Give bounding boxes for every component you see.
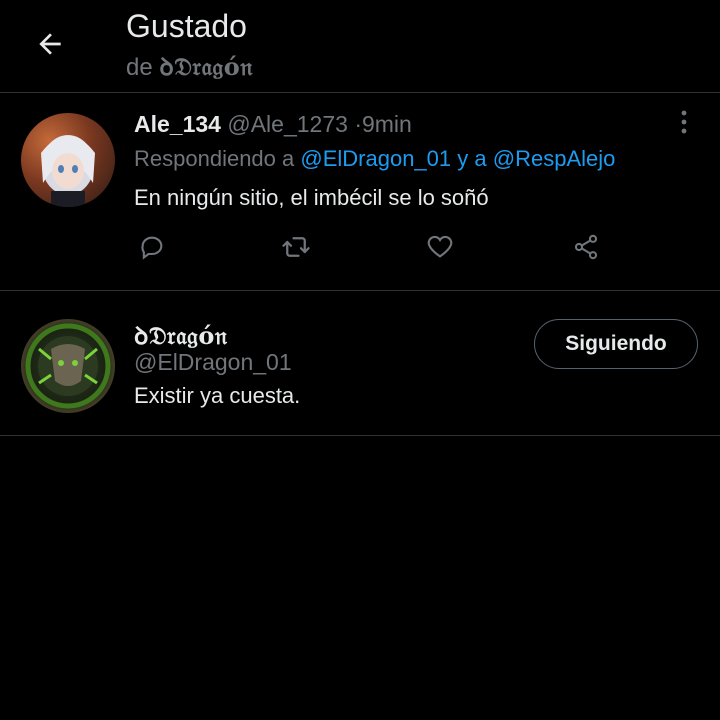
- user-handle: @ElDragon_01: [134, 349, 292, 375]
- page-title: Gustado: [126, 8, 247, 44]
- mention-link[interactable]: @ElDragon_01: [300, 146, 451, 171]
- subtitle-username: ꝺ𝔇𝔯𝔞𝔤ó𝔫: [159, 52, 253, 81]
- timestamp: 9min: [361, 111, 412, 137]
- avatar[interactable]: [21, 113, 115, 207]
- display-name[interactable]: Ale_134: [134, 111, 221, 137]
- avatar[interactable]: [21, 319, 115, 413]
- user-handle: @Ale_1273: [227, 111, 348, 137]
- tweet-header: Ale_134 @Ale_1273 ·9min: [134, 111, 412, 138]
- following-button[interactable]: Siguiendo: [534, 319, 698, 369]
- mention-joiner: y a: [457, 146, 487, 171]
- more-options-icon[interactable]: [674, 109, 694, 135]
- subtitle-prefix: de: [126, 54, 153, 81]
- tweet[interactable]: Ale_134 @Ale_1273 ·9min Respondiendo a @…: [0, 93, 720, 291]
- replying-to-label: Respondiendo a: [134, 146, 295, 171]
- page-subtitle: de ꝺ𝔇𝔯𝔞𝔤ó𝔫: [126, 50, 253, 83]
- display-name[interactable]: ꝺ𝔇𝔯𝔞𝔤ó𝔫: [134, 319, 227, 352]
- replying-to: Respondiendo a @ElDragon_01 y a @RespAle…: [134, 146, 615, 172]
- retweet-icon[interactable]: [278, 229, 314, 265]
- share-icon[interactable]: [568, 229, 604, 265]
- user-bio: Existir ya cuesta.: [134, 383, 301, 408]
- mention-link[interactable]: @RespAlejo: [493, 146, 616, 171]
- heart-icon[interactable]: [422, 229, 458, 265]
- reply-icon[interactable]: [134, 229, 170, 265]
- user-cell[interactable]: ꝺ𝔇𝔯𝔞𝔤ó𝔫 @ElDragon_01 Existir ya cuesta. …: [0, 291, 720, 436]
- back-arrow-icon[interactable]: [30, 24, 70, 64]
- tweet-text: En ningún sitio, el imbécil se lo soñó: [134, 185, 489, 210]
- separator-dot: ·: [354, 111, 362, 137]
- top-bar: Gustado de ꝺ𝔇𝔯𝔞𝔤ó𝔫: [0, 0, 720, 93]
- tweet-actions: [134, 229, 614, 265]
